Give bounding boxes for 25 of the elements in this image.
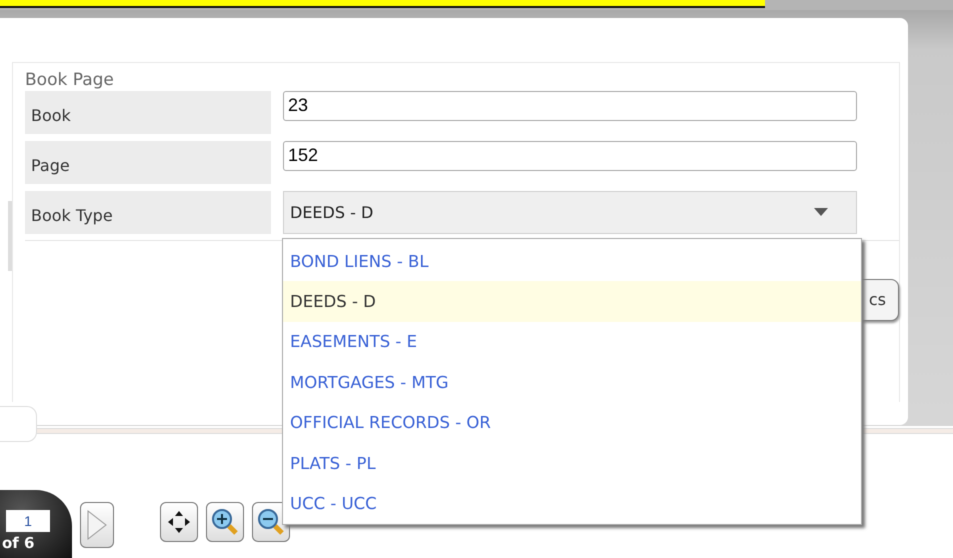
field-label: Book [25,90,271,134]
zoom-out-icon [257,508,285,536]
dropdown-option[interactable]: OFFICIAL RECORDS - OR [283,402,861,443]
page-count: of 6 [2,534,36,552]
zoom-in-icon [211,508,239,536]
move-icon [167,510,191,534]
text-field[interactable]: 23 [283,90,857,121]
caret-icon [814,208,828,216]
dropdown-option[interactable]: DEEDS - D [283,281,861,322]
section-title: Book Page [25,68,115,91]
dropdown-option[interactable]: UCC - UCC [283,483,861,524]
field-label: Book Type [25,190,271,234]
dropdown-option[interactable]: PLATS - PL [283,442,861,484]
pan-button[interactable] [160,502,198,542]
play-icon [86,509,108,541]
field-label: Page [25,140,271,184]
dropdown-field[interactable]: DEEDS - D [283,190,857,234]
tab-handle[interactable] [0,406,37,442]
zoom-in-button[interactable] [206,502,244,542]
text-field[interactable]: 152 [283,140,857,171]
next-page-button[interactable] [80,502,114,548]
dropdown-option[interactable]: EASEMENTS - E [283,322,861,362]
dropdown-option[interactable]: BOND LIENS - BL [283,241,861,282]
page-input[interactable]: 1 [6,510,50,532]
dropdown-option[interactable]: MORTGAGES - MTG [283,362,861,403]
